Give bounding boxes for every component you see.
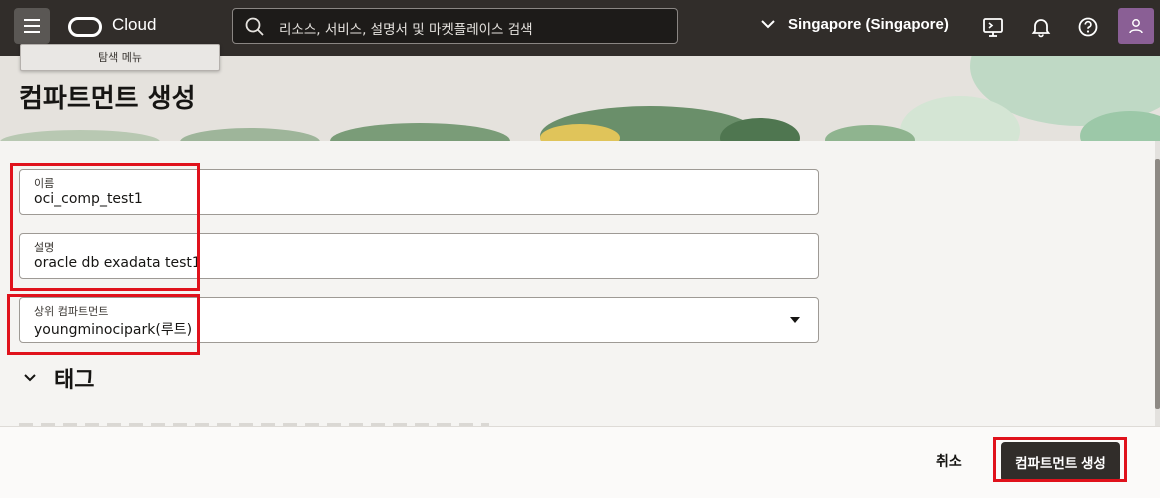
scrollbar[interactable]: [1155, 141, 1160, 426]
name-value: oci_comp_test1: [34, 191, 143, 207]
chevron-down-icon[interactable]: [760, 16, 776, 32]
scrollbar-thumb[interactable]: [1155, 159, 1160, 409]
navigation-menu-tooltip: 탐색 메뉴: [20, 44, 220, 71]
page-title: 컴파트먼트 생성: [19, 84, 196, 114]
parent-compartment-value: youngminocipark(루트): [34, 322, 193, 338]
name-field[interactable]: 이름 oci_comp_test1: [19, 169, 819, 215]
search-icon: [245, 17, 264, 36]
search-input[interactable]: 리소스, 서비스, 설명서 및 마켓플레이스 검색: [232, 8, 678, 44]
oracle-logo-icon[interactable]: [68, 17, 102, 37]
bell-icon[interactable]: [1030, 16, 1052, 38]
description-field[interactable]: 설명 oracle db exadata test1: [19, 233, 819, 279]
region-selector[interactable]: Singapore (Singapore): [788, 16, 949, 33]
description-value: oracle db exadata test1: [34, 255, 201, 271]
search-placeholder: 리소스, 서비스, 설명서 및 마켓플레이스 검색: [279, 22, 533, 38]
tags-section-title[interactable]: 태그: [54, 362, 94, 394]
chevron-down-icon[interactable]: [22, 370, 38, 386]
description-label: 설명: [34, 241, 55, 254]
parent-compartment-label: 상위 컴파트먼트: [34, 305, 109, 318]
parent-compartment-select[interactable]: 상위 컴파트먼트 youngminocipark(루트): [19, 297, 819, 343]
form-footer: 취소 컴파트먼트 생성: [0, 426, 1160, 498]
name-label: 이름: [34, 177, 55, 190]
create-compartment-button[interactable]: 컴파트먼트 생성: [1001, 442, 1120, 482]
logo-text[interactable]: Cloud: [112, 15, 156, 35]
cancel-button[interactable]: 취소: [936, 451, 962, 471]
user-avatar[interactable]: [1118, 8, 1154, 44]
dropdown-caret-icon[interactable]: [790, 317, 800, 323]
create-compartment-form: 이름 oci_comp_test1 설명 oracle db exadata t…: [0, 141, 1160, 427]
cloud-shell-icon[interactable]: [982, 16, 1004, 38]
help-icon[interactable]: [1077, 16, 1099, 38]
user-icon: [1129, 19, 1143, 34]
menu-icon[interactable]: [14, 8, 50, 44]
